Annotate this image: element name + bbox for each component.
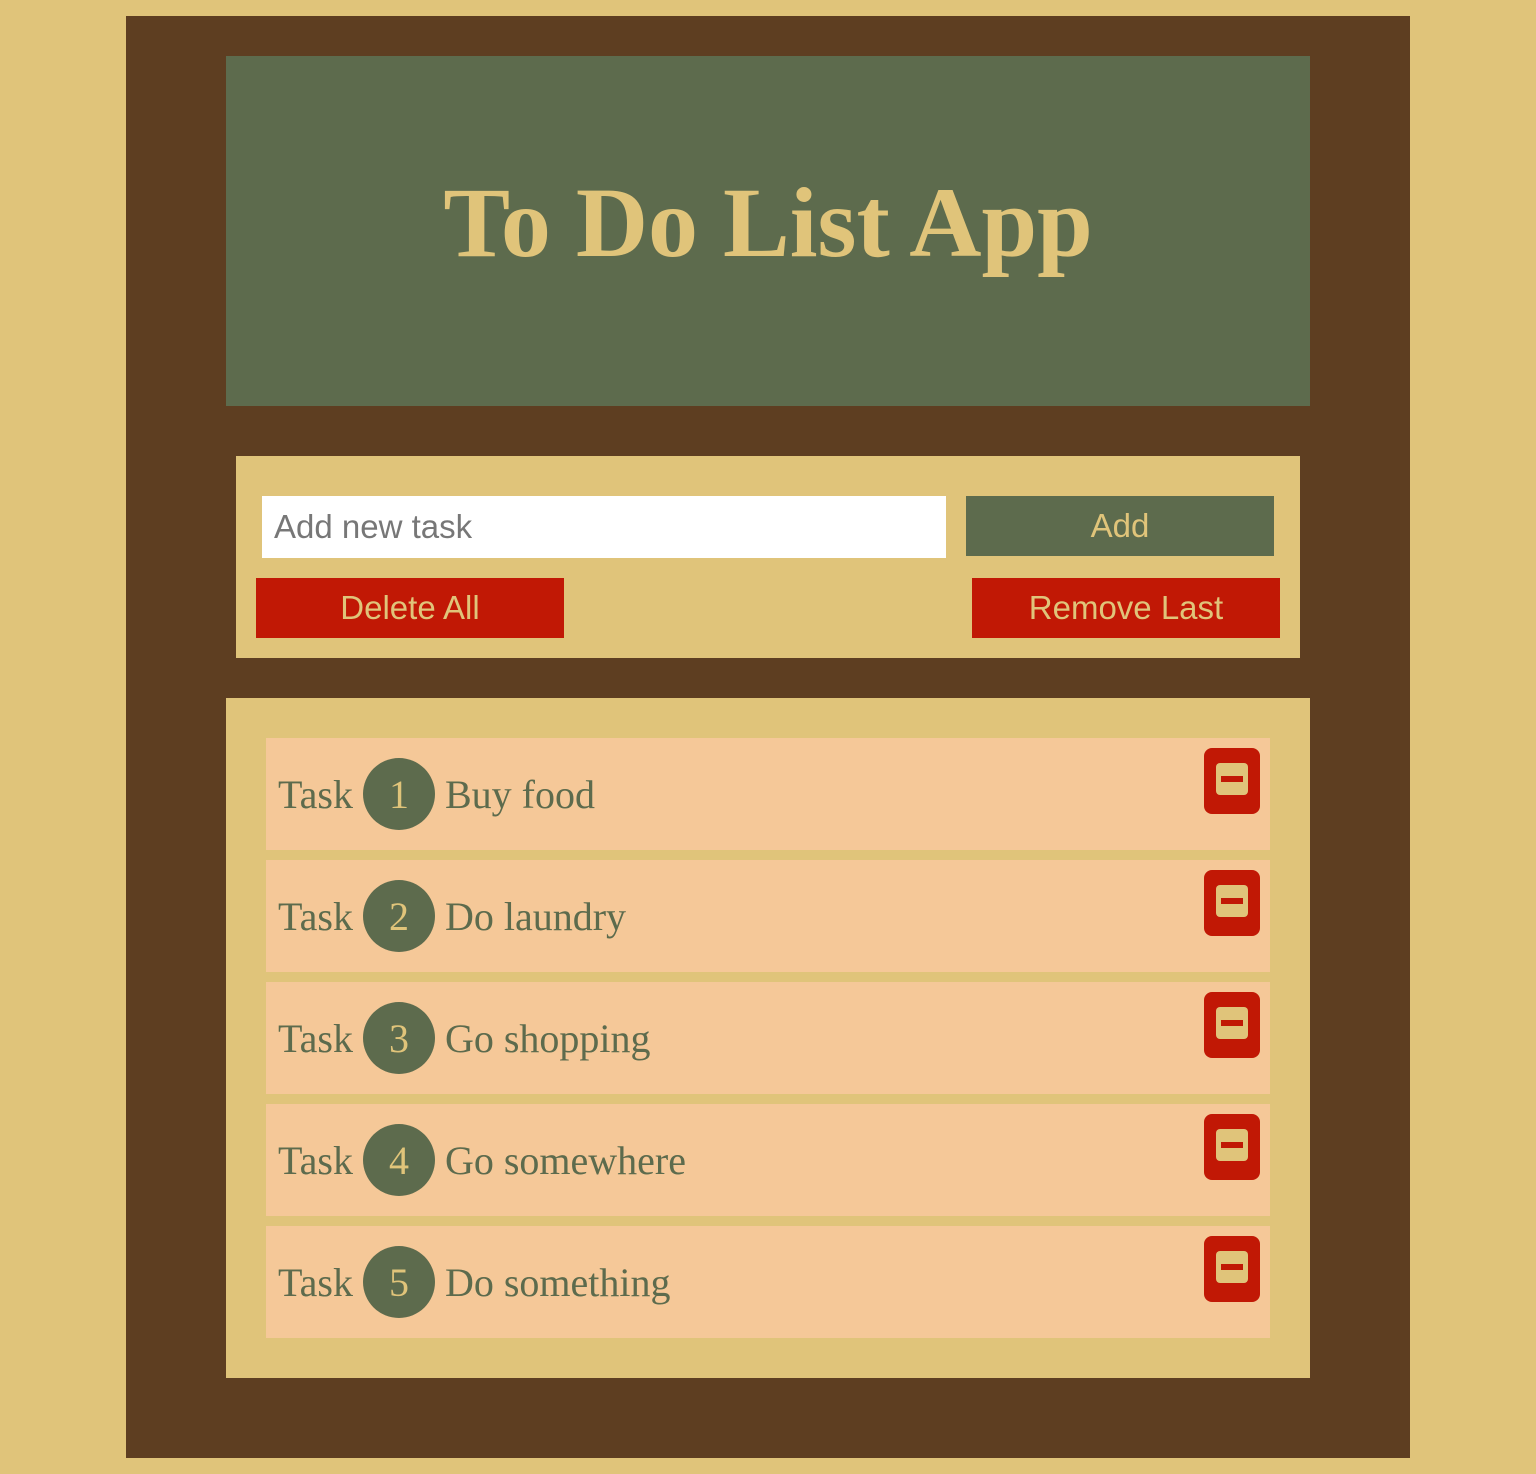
page-title: To Do List App [443,167,1093,278]
app-header: To Do List App [226,56,1310,406]
task-number-badge: 4 [362,1124,435,1196]
new-task-input[interactable] [262,496,946,558]
task-text: Do laundry [444,893,627,939]
add-button[interactable]: Add [966,496,1274,556]
delete-all-button[interactable]: Delete All [256,578,564,638]
task-prefix: Task [278,1137,353,1183]
task-text: Buy food [444,771,595,817]
task-item: Task 5 Do something [266,1226,1270,1338]
task-list-panel: Task 1 Buy food Task 2 Do laundry Task 3… [226,698,1310,1378]
task-number-badge: 2 [362,880,435,952]
minus-square-icon [1216,1251,1248,1283]
task-item: Task 2 Do laundry [266,860,1270,972]
task-text: Go somewhere [444,1137,687,1183]
task-text: Go shopping [444,1015,651,1061]
remove-task-button[interactable] [1204,1114,1260,1180]
remove-task-button[interactable] [1204,992,1260,1058]
task-item: Task 4 Go somewhere [266,1104,1270,1216]
task-list: Task 1 Buy food Task 2 Do laundry Task 3… [266,738,1270,1348]
task-item: Task 3 Go shopping [266,982,1270,1094]
task-prefix: Task [278,771,353,817]
controls-panel: Add Delete All Remove Last [236,456,1300,658]
remove-task-button[interactable] [1204,870,1260,936]
minus-square-icon [1216,1129,1248,1161]
task-item: Task 1 Buy food [266,738,1270,850]
task-number-badge: 1 [362,758,435,830]
minus-square-icon [1216,885,1248,917]
task-prefix: Task [278,1259,353,1305]
task-number-badge: 5 [362,1246,435,1318]
remove-last-button[interactable]: Remove Last [972,578,1280,638]
remove-task-button[interactable] [1204,748,1260,814]
minus-square-icon [1216,763,1248,795]
task-text: Do something [444,1259,671,1305]
task-prefix: Task [278,893,353,939]
task-number-badge: 3 [362,1002,435,1074]
task-prefix: Task [278,1015,353,1061]
app-frame: To Do List App Add Delete All Remove Las… [126,16,1410,1458]
minus-square-icon [1216,1007,1248,1039]
remove-task-button[interactable] [1204,1236,1260,1302]
